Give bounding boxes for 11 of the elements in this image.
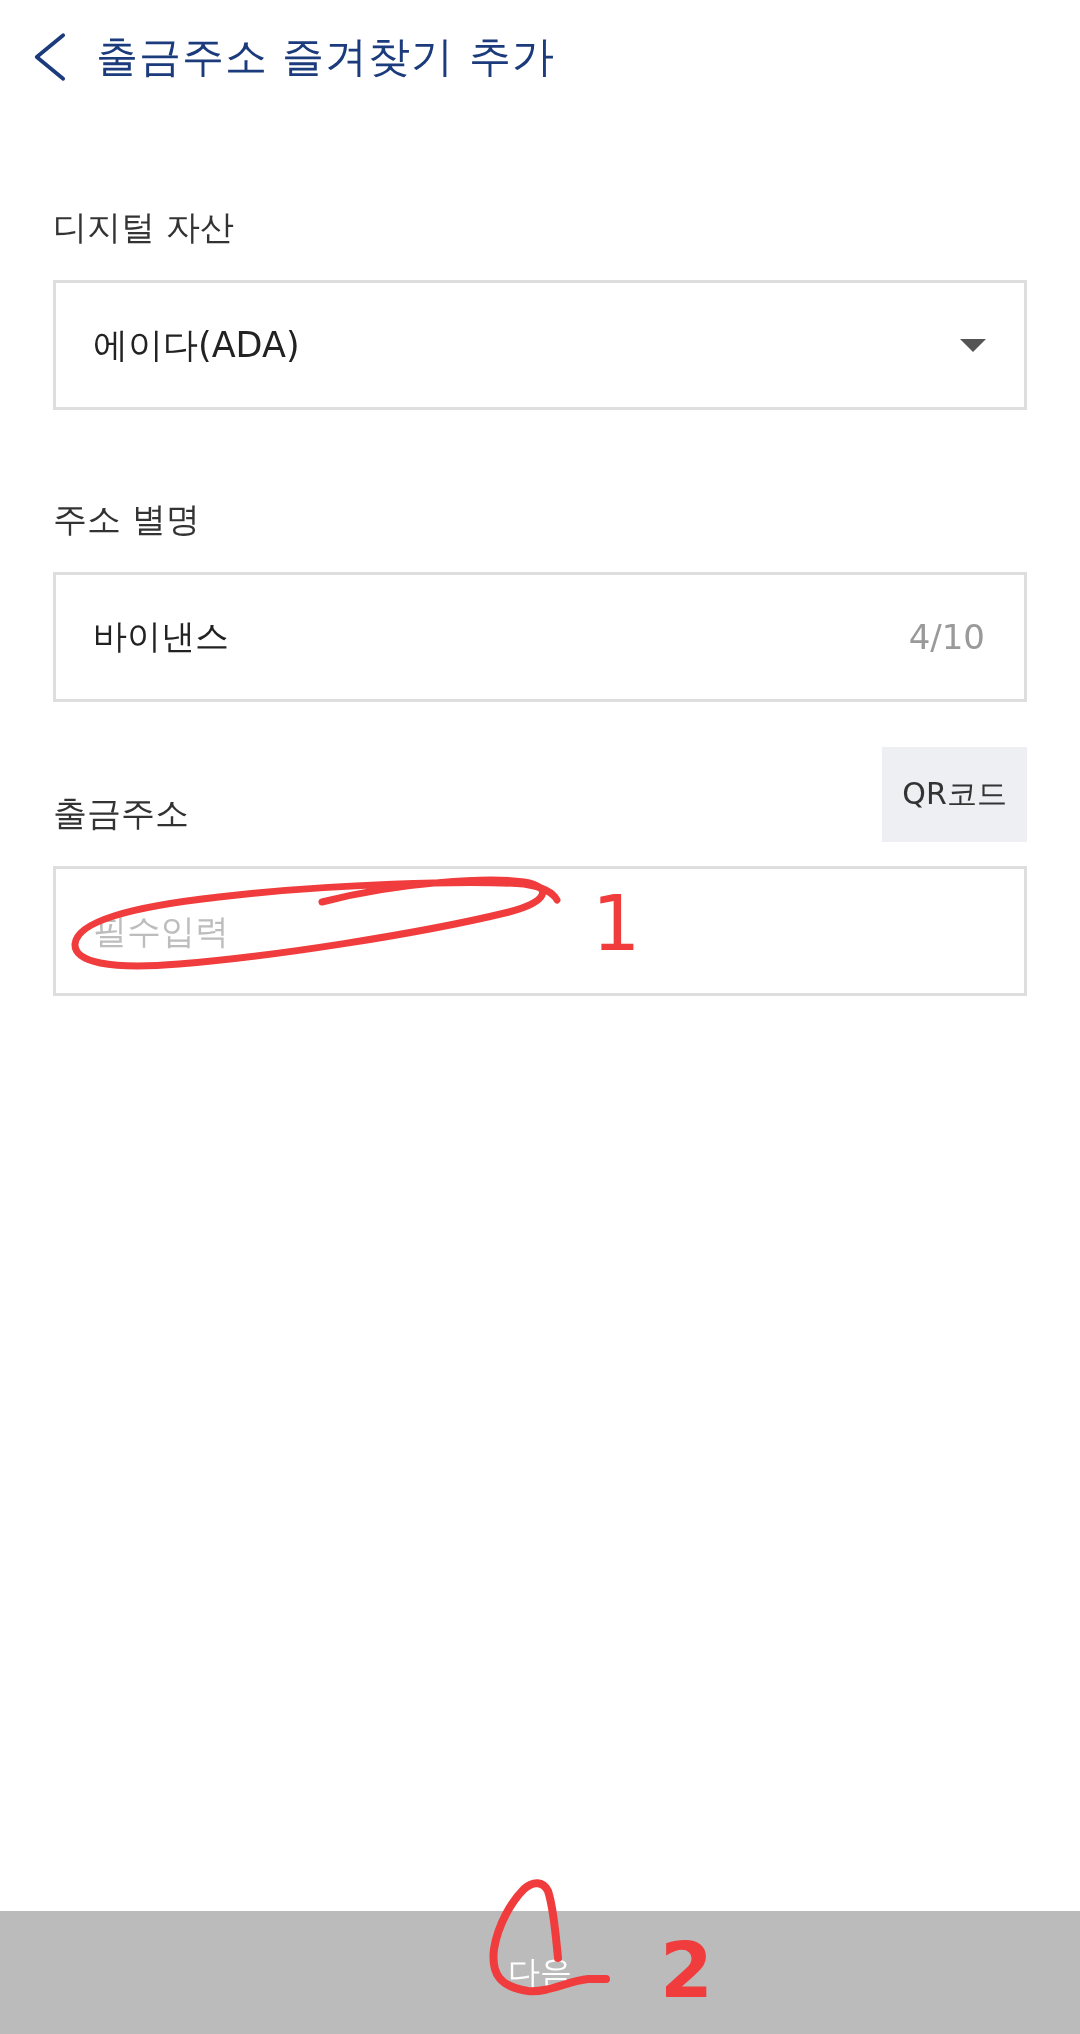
field-label: 출금주소 bbox=[53, 792, 189, 835]
dropdown-caret-icon bbox=[960, 338, 986, 352]
character-counter: 4/10 bbox=[908, 617, 985, 657]
asset-select[interactable]: 에이다(ADA) bbox=[53, 280, 1027, 410]
back-icon[interactable] bbox=[32, 32, 66, 82]
handwritten-number: 1 bbox=[592, 886, 641, 962]
field-label: 디지털 자산 bbox=[53, 206, 234, 249]
field-label: 주소 별명 bbox=[53, 498, 200, 541]
page-title: 출금주소 즐겨찾기 추가 bbox=[96, 31, 555, 83]
handwritten-number: 2 bbox=[660, 1933, 713, 2009]
qr-code-button[interactable]: QR코드 bbox=[882, 747, 1027, 842]
